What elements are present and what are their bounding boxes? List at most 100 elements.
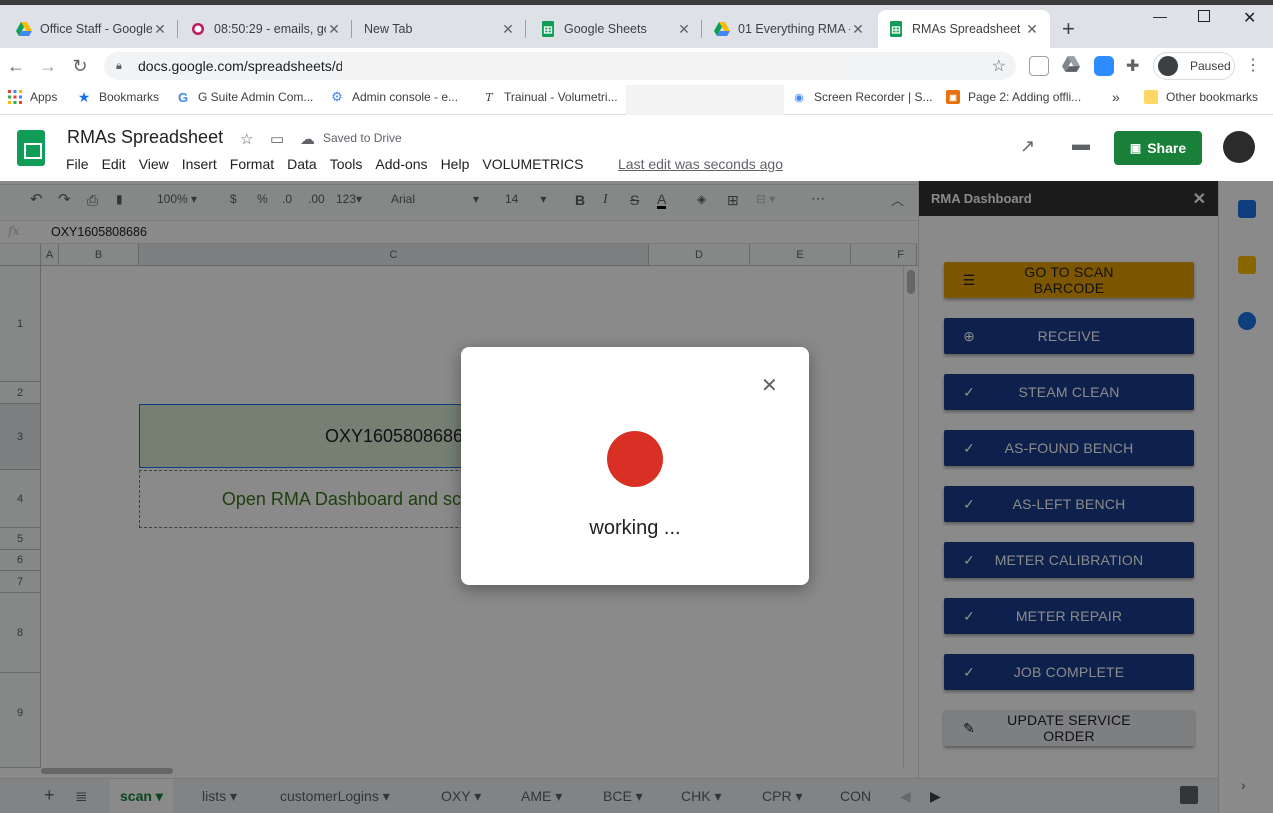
timer-icon xyxy=(190,21,206,37)
tab-title: 08:50:29 - emails, go xyxy=(214,22,326,36)
google-drive-icon xyxy=(16,21,32,37)
navigation-bar: ← → ↻ 🔒︎ docs.google.com/spreadsheets/d … xyxy=(0,48,1273,84)
menu-data[interactable]: Data xyxy=(287,156,317,172)
browser-tab-active[interactable]: RMAs Spreadsheet - ✕ xyxy=(878,10,1050,48)
close-tab-icon[interactable]: ✕ xyxy=(326,21,342,38)
minimize-icon[interactable]: — xyxy=(1153,8,1167,24)
tab-title: 01 Everything RMA - xyxy=(738,22,850,36)
close-dialog-icon[interactable]: ✕ xyxy=(761,373,778,398)
sheets-icon xyxy=(540,21,556,37)
address-bar[interactable]: 🔒︎ docs.google.com/spreadsheets/d ☆ xyxy=(104,52,1016,80)
bookmark-apps[interactable]: Apps xyxy=(8,90,57,104)
lock-icon: 🔒︎ xyxy=(116,59,122,72)
apps-grid-icon xyxy=(8,90,22,104)
forward-icon[interactable]: → xyxy=(36,54,60,78)
tab-title: New Tab xyxy=(364,22,413,36)
bookmarks-bar: Apps ★ Bookmarks G G Suite Admin Com... … xyxy=(0,84,1273,115)
star-icon[interactable]: ☆ xyxy=(240,130,253,148)
browser-tab[interactable]: New Tab ✕ xyxy=(354,10,526,48)
browser-tabstrip: Office Staff - Google ✕ 08:50:29 - email… xyxy=(0,0,1273,48)
menu-tools[interactable]: Tools xyxy=(330,156,363,172)
menu-bar: File Edit View Insert Format Data Tools … xyxy=(66,156,596,172)
menu-insert[interactable]: Insert xyxy=(182,156,217,172)
menu-volumetrics[interactable]: VOLUMETRICS xyxy=(482,156,583,172)
document-icon: ▣ xyxy=(946,90,960,104)
new-tab-icon[interactable]: + xyxy=(1062,18,1075,40)
user-avatar[interactable] xyxy=(1223,131,1255,163)
profile-status: Paused xyxy=(1190,59,1231,73)
tab-separator xyxy=(525,20,526,38)
activity-trend-icon[interactable]: ↗ xyxy=(1020,136,1035,157)
bookmark-label: Apps xyxy=(30,90,58,104)
close-tab-icon[interactable]: ✕ xyxy=(500,21,516,38)
bookmark-gsuite-admin[interactable]: G G Suite Admin Com... xyxy=(176,89,314,105)
tab-separator xyxy=(177,20,178,38)
close-tab-icon[interactable]: ✕ xyxy=(152,21,168,38)
browser-menu-icon[interactable]: ⋮ xyxy=(1241,54,1265,78)
close-window-icon[interactable]: ✕ xyxy=(1243,8,1256,28)
reload-icon[interactable]: ↻ xyxy=(68,54,92,78)
trainual-icon: T xyxy=(485,90,493,104)
close-tab-icon[interactable]: ✕ xyxy=(850,21,866,38)
bookmark-bookmarks[interactable]: ★ Bookmarks xyxy=(77,88,160,105)
sheets-logo-icon[interactable] xyxy=(17,130,45,166)
bookmark-admin-console[interactable]: ⚙ Admin console - e... xyxy=(330,89,459,104)
bookmark-label: Screen Recorder | S... xyxy=(814,90,933,104)
maximize-icon[interactable] xyxy=(1198,10,1210,22)
folder-icon xyxy=(1144,90,1158,104)
cloud-saved-icon: ☁ xyxy=(300,131,315,148)
bookmark-label: Trainual - Volumetri... xyxy=(504,90,618,104)
back-icon[interactable]: ← xyxy=(4,54,28,78)
menu-help[interactable]: Help xyxy=(441,156,470,172)
browser-tab[interactable]: Google Sheets ✕ xyxy=(530,10,702,48)
menu-file[interactable]: File xyxy=(66,156,89,172)
browser-tab[interactable]: Office Staff - Google ✕ xyxy=(6,10,178,48)
gear-icon: ⚙ xyxy=(331,89,343,104)
browser-tab[interactable]: 08:50:29 - emails, go ✕ xyxy=(180,10,352,48)
bookmark-label: Admin console - e... xyxy=(352,90,459,104)
menu-format[interactable]: Format xyxy=(230,156,274,172)
tab-title: RMAs Spreadsheet - xyxy=(912,22,1024,36)
bookmark-star-icon[interactable]: ☆ xyxy=(992,56,1006,76)
menu-view[interactable]: View xyxy=(139,156,169,172)
comment-icon[interactable]: ▬ xyxy=(1072,134,1090,155)
bookmark-label: Bookmarks xyxy=(99,90,160,104)
bookmark-trainual[interactable]: T Trainual - Volumetri... xyxy=(482,90,618,104)
last-edit-link[interactable]: Last edit was seconds ago xyxy=(618,156,783,172)
bookmark-other[interactable]: Other bookmarks xyxy=(1144,90,1258,104)
star-icon: ★ xyxy=(77,88,91,105)
share-button[interactable]: ▣ Share xyxy=(1114,131,1202,165)
document-title[interactable]: RMAs Spreadsheet xyxy=(67,127,223,148)
google-drive-extension-icon[interactable] xyxy=(1062,56,1082,76)
profile-button[interactable]: Paused xyxy=(1153,52,1235,80)
zoom-extension-icon[interactable] xyxy=(1094,56,1114,76)
url-text: docs.google.com/spreadsheets/d xyxy=(138,58,344,74)
browser-tab[interactable]: 01 Everything RMA - ✕ xyxy=(704,10,876,48)
sheets-icon xyxy=(888,21,904,37)
bookmark-label: Page 2: Adding offli... xyxy=(968,90,1082,104)
lock-icon: ▣ xyxy=(1129,141,1142,155)
redacted-url-area xyxy=(342,54,836,78)
close-tab-icon[interactable]: ✕ xyxy=(676,21,692,38)
extension-icon[interactable] xyxy=(1029,56,1049,76)
bookmark-screen-recorder[interactable]: ◉ Screen Recorder | S... xyxy=(792,90,933,104)
recording-status-indicator xyxy=(607,431,663,487)
google-g-icon: G xyxy=(177,89,189,105)
close-tab-icon[interactable]: ✕ xyxy=(1024,21,1040,38)
bookmark-label: G Suite Admin Com... xyxy=(198,90,314,104)
sheets-header: RMAs Spreadsheet ☆ ▭ ☁ Saved to Drive Fi… xyxy=(0,116,1273,181)
bookmark-page-2[interactable]: ▣ Page 2: Adding offli... xyxy=(946,90,1081,104)
redacted-bookmark-area xyxy=(626,85,784,115)
tab-title: Google Sheets xyxy=(564,22,647,36)
menu-edit[interactable]: Edit xyxy=(102,156,126,172)
modal-backdrop-sidebar xyxy=(918,181,1273,813)
more-bookmarks-chevron[interactable]: » xyxy=(1112,89,1120,105)
tab-separator xyxy=(701,20,702,38)
bookmark-label: Other bookmarks xyxy=(1166,90,1259,104)
menu-addons[interactable]: Add-ons xyxy=(375,156,427,172)
move-folder-icon[interactable]: ▭ xyxy=(270,130,284,148)
puzzle-extensions-icon[interactable]: ✚ xyxy=(1126,56,1146,76)
saved-status: Saved to Drive xyxy=(323,131,402,145)
profile-avatar xyxy=(1158,56,1178,76)
tab-title: Office Staff - Google xyxy=(40,22,152,36)
